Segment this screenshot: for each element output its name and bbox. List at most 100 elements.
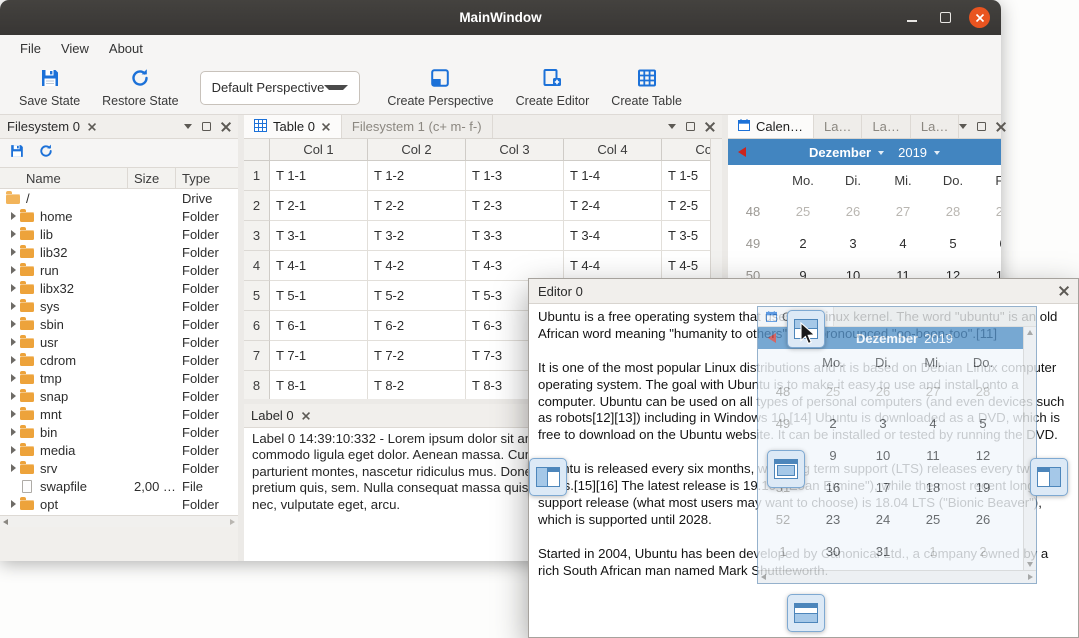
table-cell[interactable]: T 3-4 bbox=[564, 221, 662, 251]
table-cell[interactable]: T 1-3 bbox=[466, 161, 564, 191]
tree-row[interactable]: libx32Folder bbox=[0, 279, 238, 297]
column-header[interactable]: Col 4 bbox=[564, 139, 662, 160]
expander-icon[interactable] bbox=[6, 212, 20, 220]
tree-row[interactable]: runFolder bbox=[0, 261, 238, 279]
tree-row[interactable]: swapfile2,00 …File bbox=[0, 477, 238, 495]
tree-row[interactable]: sysFolder bbox=[0, 297, 238, 315]
calendar-day[interactable]: 29 bbox=[978, 195, 1001, 227]
perspective-select[interactable]: Default Perspective bbox=[200, 71, 361, 105]
tab-close-icon[interactable] bbox=[88, 123, 96, 131]
table-cell[interactable]: T 3-5 bbox=[662, 221, 710, 251]
tab-label-3[interactable]: La… bbox=[911, 115, 959, 138]
expander-icon[interactable] bbox=[6, 302, 20, 310]
table-cell[interactable]: T 4-2 bbox=[368, 251, 466, 281]
table-cell[interactable]: T 2-4 bbox=[564, 191, 662, 221]
row-header[interactable]: 2 bbox=[244, 191, 270, 221]
calendar-day[interactable]: 27 bbox=[878, 195, 928, 227]
expander-icon[interactable] bbox=[6, 464, 20, 472]
column-header[interactable]: Col 2 bbox=[368, 139, 466, 160]
expander-icon[interactable] bbox=[6, 248, 20, 256]
table-cell[interactable]: T 3-3 bbox=[466, 221, 564, 251]
menu-item-view[interactable]: View bbox=[51, 35, 99, 61]
column-header[interactable]: Col 3 bbox=[466, 139, 564, 160]
dock-indicator-right[interactable] bbox=[1030, 458, 1068, 496]
expander-icon[interactable] bbox=[6, 392, 20, 400]
dock-menu-icon[interactable] bbox=[959, 124, 967, 129]
tree-row[interactable]: usrFolder bbox=[0, 333, 238, 351]
tree-row[interactable]: sbinFolder bbox=[0, 315, 238, 333]
tree-row[interactable]: homeFolder bbox=[0, 207, 238, 225]
row-header[interactable]: 6 bbox=[244, 311, 270, 341]
float-dock-icon[interactable] bbox=[202, 122, 211, 131]
table-cell[interactable]: T 2-2 bbox=[368, 191, 466, 221]
create-editor-button[interactable]: Create Editor bbox=[505, 64, 601, 111]
row-header[interactable]: 5 bbox=[244, 281, 270, 311]
previous-month-button[interactable] bbox=[728, 147, 756, 157]
table-cell[interactable]: T 2-3 bbox=[466, 191, 564, 221]
calendar-year[interactable]: 2019 bbox=[898, 145, 927, 160]
restore-icon[interactable] bbox=[38, 143, 54, 164]
table-cell[interactable]: T 1-5 bbox=[662, 161, 710, 191]
tab-filesystem-1-c-m-f-[interactable]: Filesystem 1 (c+ m- f-) bbox=[342, 115, 493, 138]
create-perspective-button[interactable]: Create Perspective bbox=[376, 64, 504, 111]
table-cell[interactable]: T 1-4 bbox=[564, 161, 662, 191]
close-dock-icon[interactable] bbox=[996, 122, 1006, 132]
tab-close-icon[interactable] bbox=[302, 412, 310, 420]
dock-menu-icon[interactable] bbox=[184, 124, 192, 129]
table-cell[interactable]: T 5-2 bbox=[368, 281, 466, 311]
editor-titlebar[interactable]: Editor 0 bbox=[529, 279, 1078, 304]
table-cell[interactable]: T 8-1 bbox=[270, 371, 368, 399]
close-dock-icon[interactable] bbox=[221, 122, 231, 132]
restore-state-button[interactable]: Restore State bbox=[91, 64, 189, 111]
column-header[interactable]: Col 1 bbox=[270, 139, 368, 160]
float-dock-icon[interactable] bbox=[686, 122, 695, 131]
tree-row[interactable]: /Drive bbox=[0, 189, 238, 207]
save-state-button[interactable]: Save State bbox=[8, 64, 91, 111]
table-cell[interactable]: T 6-2 bbox=[368, 311, 466, 341]
tab-close-icon[interactable] bbox=[322, 123, 330, 131]
table-cell[interactable]: T 4-3 bbox=[466, 251, 564, 281]
calendar-day[interactable]: 26 bbox=[828, 195, 878, 227]
table-cell[interactable]: T 7-1 bbox=[270, 341, 368, 371]
filesystem-dock-titlebar[interactable]: Filesystem 0 bbox=[0, 115, 238, 139]
calendar-day[interactable]: 3 bbox=[828, 227, 878, 259]
tab-label-2[interactable]: La… bbox=[862, 115, 910, 138]
tree-row[interactable]: lib32Folder bbox=[0, 243, 238, 261]
calendar-day[interactable]: 5 bbox=[928, 227, 978, 259]
menu-item-about[interactable]: About bbox=[99, 35, 153, 61]
expander-icon[interactable] bbox=[6, 266, 20, 274]
table-cell[interactable]: T 4-5 bbox=[662, 251, 710, 281]
row-header[interactable]: 7 bbox=[244, 341, 270, 371]
close-button[interactable] bbox=[969, 7, 990, 28]
tree-row[interactable]: mntFolder bbox=[0, 405, 238, 423]
close-window-icon[interactable] bbox=[1059, 286, 1069, 296]
expander-icon[interactable] bbox=[6, 356, 20, 364]
calendar-month[interactable]: Dezember bbox=[809, 145, 871, 160]
tree-row[interactable]: srvFolder bbox=[0, 459, 238, 477]
menu-item-file[interactable]: File bbox=[10, 35, 51, 61]
minimize-button[interactable] bbox=[901, 7, 922, 28]
tree-row[interactable]: snapFolder bbox=[0, 387, 238, 405]
expander-icon[interactable] bbox=[6, 428, 20, 436]
calendar-day[interactable]: 28 bbox=[928, 195, 978, 227]
tab-label-1[interactable]: La… bbox=[814, 115, 862, 138]
tree-row[interactable]: optFolder bbox=[0, 495, 238, 513]
expander-icon[interactable] bbox=[6, 284, 20, 292]
tree-row[interactable]: binFolder bbox=[0, 423, 238, 441]
dock-indicator-top[interactable] bbox=[787, 310, 825, 348]
row-header[interactable]: 4 bbox=[244, 251, 270, 281]
table-cell[interactable]: T 3-1 bbox=[270, 221, 368, 251]
row-header[interactable]: 3 bbox=[244, 221, 270, 251]
table-cell[interactable]: T 4-4 bbox=[564, 251, 662, 281]
calendar-day[interactable]: 2 bbox=[778, 227, 828, 259]
save-icon[interactable] bbox=[9, 143, 25, 164]
row-header[interactable]: 8 bbox=[244, 371, 270, 399]
table-cell[interactable]: T 4-1 bbox=[270, 251, 368, 281]
calendar-day[interactable]: 4 bbox=[878, 227, 928, 259]
table-cell[interactable]: T 2-1 bbox=[270, 191, 368, 221]
column-header[interactable]: Col 5 bbox=[662, 139, 710, 160]
table-cell[interactable]: T 8-2 bbox=[368, 371, 466, 399]
horizontal-scrollbar[interactable] bbox=[0, 515, 238, 527]
tree-row[interactable]: tmpFolder bbox=[0, 369, 238, 387]
tree-row[interactable]: libFolder bbox=[0, 225, 238, 243]
